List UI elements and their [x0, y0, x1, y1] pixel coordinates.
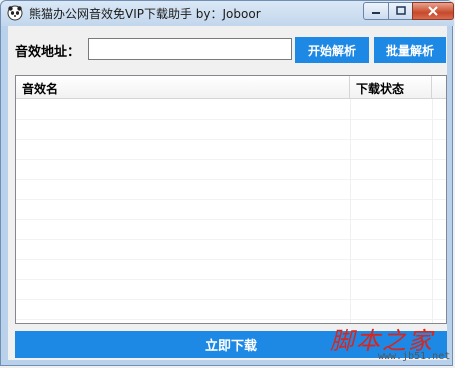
app-window: 熊猫办公网音效免VIP下载助手 by：Joboor 音效地址： 开始解析 批量解… — [0, 0, 454, 366]
client-area: 音效地址： 开始解析 批量解析 音效名 下载状态 立即下载 — [8, 26, 447, 360]
list-row-empty — [16, 159, 446, 180]
close-button[interactable] — [412, 2, 454, 20]
url-label: 音效地址： — [15, 45, 81, 60]
list-header: 音效名 下载状态 — [16, 76, 446, 99]
list-body — [16, 99, 446, 323]
list-row-empty — [16, 259, 446, 280]
minimize-button[interactable] — [363, 2, 389, 20]
sound-list[interactable]: 音效名 下载状态 — [15, 75, 447, 324]
list-row-empty — [16, 99, 446, 120]
list-row-empty — [16, 239, 446, 260]
column-divider — [350, 99, 351, 323]
list-row-empty — [16, 299, 446, 320]
title-bar[interactable]: 熊猫办公网音效免VIP下载助手 by：Joboor — [1, 1, 454, 26]
start-parse-button[interactable]: 开始解析 — [295, 37, 369, 63]
maximize-icon — [389, 3, 412, 19]
list-row-empty — [16, 219, 446, 240]
url-input[interactable] — [88, 38, 292, 60]
list-row-empty — [16, 279, 446, 300]
list-row-empty — [16, 179, 446, 200]
column-header-status[interactable]: 下载状态 — [350, 76, 432, 98]
close-icon — [413, 3, 453, 19]
panda-icon — [7, 5, 23, 21]
list-row-empty — [16, 119, 446, 140]
column-divider — [432, 99, 433, 323]
window-title: 熊猫办公网音效免VIP下载助手 by：Joboor — [29, 7, 261, 21]
list-row-empty — [16, 199, 446, 220]
list-row-empty — [16, 139, 446, 160]
batch-parse-button[interactable]: 批量解析 — [374, 37, 446, 63]
column-header-name[interactable]: 音效名 — [16, 76, 350, 98]
download-now-button[interactable]: 立即下载 — [15, 331, 447, 358]
maximize-button[interactable] — [388, 2, 413, 20]
column-header-filler — [432, 76, 446, 98]
minimize-icon — [364, 3, 388, 19]
